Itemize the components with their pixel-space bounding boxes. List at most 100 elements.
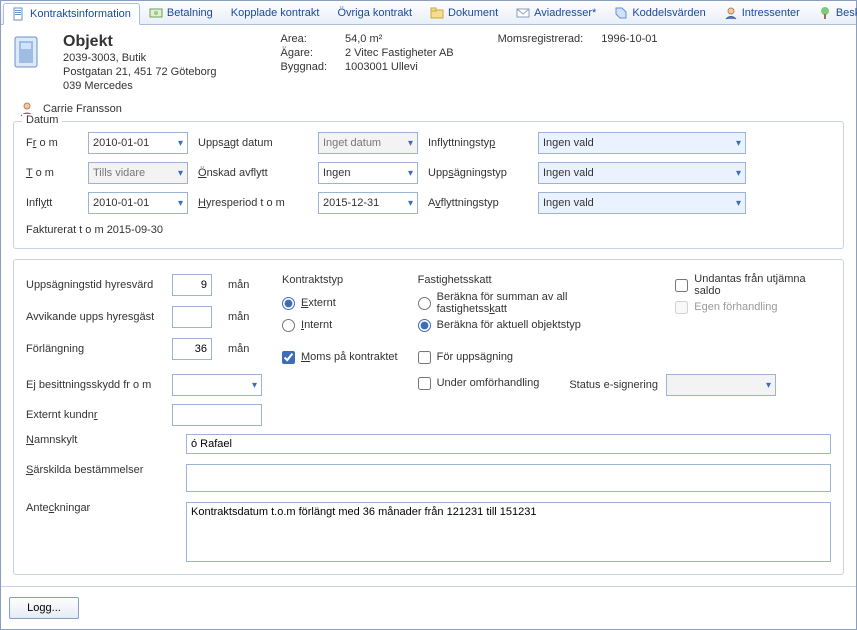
anteckningar-textarea[interactable] [186,502,831,562]
from-label: Fr o m [26,137,78,149]
tab-label: Beskrivningar [836,7,857,19]
tab-label: Betalning [167,7,213,19]
internt-radio[interactable]: Internt [282,316,398,334]
anteckningar-label: Anteckningar [26,502,186,514]
tab-aviadresser[interactable]: Aviadresser* [507,2,605,24]
momsreg-value: 1996-10-01 [601,33,657,45]
bottom-fields: Namnskylt Särskilda bestämmelser Anteckn… [26,434,831,562]
inflyttningstyp-combo[interactable]: Ingen vald▾ [538,132,746,154]
avflyttningstyp-label: Avflyttningstyp [428,197,528,209]
datum-grid: Fr o m 2010-01-01▾ Uppsagt datum Inget d… [26,132,831,214]
from-combo[interactable]: 2010-01-01▾ [88,132,188,154]
fsk-option2-radio[interactable]: Beräkna för aktuell objektstyp [418,316,636,334]
man-label-2: mån [228,311,258,323]
fakturerat-text: Fakturerat t o m 2015-09-30 [26,224,831,236]
tab-bar: Kontraktsinformation Betalning Kopplade … [1,1,856,25]
undantas-checkbox[interactable]: Undantas från utjämna saldo [675,276,831,294]
object-title: Objekt [63,33,217,51]
chevron-down-icon: ▾ [174,138,183,149]
chevron-down-icon: ▾ [174,198,183,209]
inflyttningstyp-label: Inflyttningstyp [428,137,528,149]
sarskilda-label: Särskilda bestämmelser [26,464,186,476]
momsreg-label: Momsregistrerad: [498,33,584,45]
forlangning-label: Förlängning [26,343,166,355]
area-label: Area: [281,33,327,45]
status-esignering-combo[interactable]: ▾ [666,374,776,396]
settings-row: Uppsägningstid hyresvärd mån Avvikande u… [26,274,831,426]
fastighetsskatt-title: Fastighetsskatt [418,274,636,286]
object-meta-right: Momsregistrerad: 1996-10-01 [498,33,658,45]
under-omforhandling-checkbox[interactable]: Under omförhandling [418,374,540,392]
folder-icon [430,6,444,20]
fastighetsskatt-group: Fastighetsskatt Beräkna för summan av al… [418,274,831,396]
person-icon [724,6,738,20]
hyresperiod-label: Hyresperiod t o m [198,197,308,209]
avflyttningstyp-combo[interactable]: Ingen vald▾ [538,192,746,214]
uppsagt-combo[interactable]: Inget datum▾ [318,132,418,154]
externt-kundnr-input[interactable] [172,404,262,426]
window: Kontraktsinformation Betalning Kopplade … [0,0,857,630]
tab-beskrivningar[interactable]: Beskrivningar [809,2,857,24]
tree-icon [818,6,832,20]
kontraktstyp-group: Kontraktstyp Externt Internt Moms på kon… [282,274,398,366]
byggnad-label: Byggnad: [281,61,327,73]
namnskylt-input[interactable] [186,434,831,454]
datum-fieldset: Datum Fr o m 2010-01-01▾ Uppsagt datum I… [13,121,844,249]
tab-label: Övriga kontrakt [337,7,412,19]
onskad-label: Önskad avflytt [198,167,308,179]
inflytt-combo[interactable]: 2010-01-01▾ [88,192,188,214]
tag-icon [614,6,628,20]
object-header: Objekt 2039-3003, Butik Postgatan 21, 45… [13,33,844,93]
object-code: 2039-3003, Butik [63,51,217,65]
settings-fieldset: Uppsägningstid hyresvärd mån Avvikande u… [13,259,844,575]
tab-intressenter[interactable]: Intressenter [715,2,809,24]
tab-label: Intressenter [742,7,800,19]
object-meta: Area: 54,0 m² Ägare: 2 Vitec Fastigheter… [281,33,454,73]
object-extra: 039 Mercedes [63,79,217,93]
man-label-1: mån [228,279,258,291]
uppsagningstid-input[interactable] [172,274,212,296]
man-label-3: mån [228,343,258,355]
egen-checkbox: Egen förhandling [675,298,831,316]
tab-kontraktsinformation[interactable]: Kontraktsinformation [3,3,140,25]
footer: Logg... [1,586,856,629]
sarskilda-textarea[interactable] [186,464,831,492]
tom-label: T o m [26,167,78,179]
mail-icon [516,6,530,20]
fsk-option1-radio[interactable]: Beräkna för summan av all fastighetsskat… [418,294,636,312]
ejbesittning-label: Ej besittningsskydd fr o m [26,379,166,391]
chevron-down-icon: ▾ [404,138,413,149]
inflytt-label: Inflytt [26,197,78,209]
logg-button[interactable]: Logg... [9,597,79,619]
tom-combo[interactable]: Tills vidare▾ [88,162,188,184]
tab-koddelsvarden[interactable]: Koddelsvärden [605,2,714,24]
tab-dokument[interactable]: Dokument [421,2,507,24]
agare-value: 2 Vitec Fastigheter AB [345,47,454,59]
settings-left: Uppsägningstid hyresvärd mån Avvikande u… [26,274,262,426]
for-uppsagning-checkbox[interactable]: För uppsägning [418,348,831,366]
chevron-down-icon: ▾ [404,198,413,209]
uppsagningstyp-combo[interactable]: Ingen vald▾ [538,162,746,184]
onskad-combo[interactable]: Ingen▾ [318,162,418,184]
chevron-down-icon: ▾ [248,380,257,391]
tab-label: Dokument [448,7,498,19]
externt-kundnr-label: Externt kundnr [26,409,166,421]
ejbesittning-combo[interactable]: ▾ [172,374,262,396]
doc-icon [12,7,26,21]
tab-ovriga-kontrakt[interactable]: Övriga kontrakt [328,2,421,24]
status-esignering-label: Status e-signering [569,379,658,391]
agare-label: Ägare: [281,47,327,59]
forlangning-input[interactable] [172,338,212,360]
person-row: Carrie Fransson [19,101,844,117]
uppsagningstyp-label: Uppsägningstyp [428,167,528,179]
tab-kopplade-kontrakt[interactable]: Kopplade kontrakt [222,2,329,24]
externt-radio[interactable]: Externt [282,294,398,312]
tab-betalning[interactable]: Betalning [140,2,222,24]
object-icon [13,35,39,69]
chevron-down-icon: ▾ [762,380,771,391]
avvikande-input[interactable] [172,306,212,328]
moms-checkbox[interactable]: Moms på kontraktet [282,348,398,366]
datum-legend: Datum [22,114,62,126]
hyresperiod-combo[interactable]: 2015-12-31▾ [318,192,418,214]
uppsagt-label: Uppsagt datum [198,137,308,149]
